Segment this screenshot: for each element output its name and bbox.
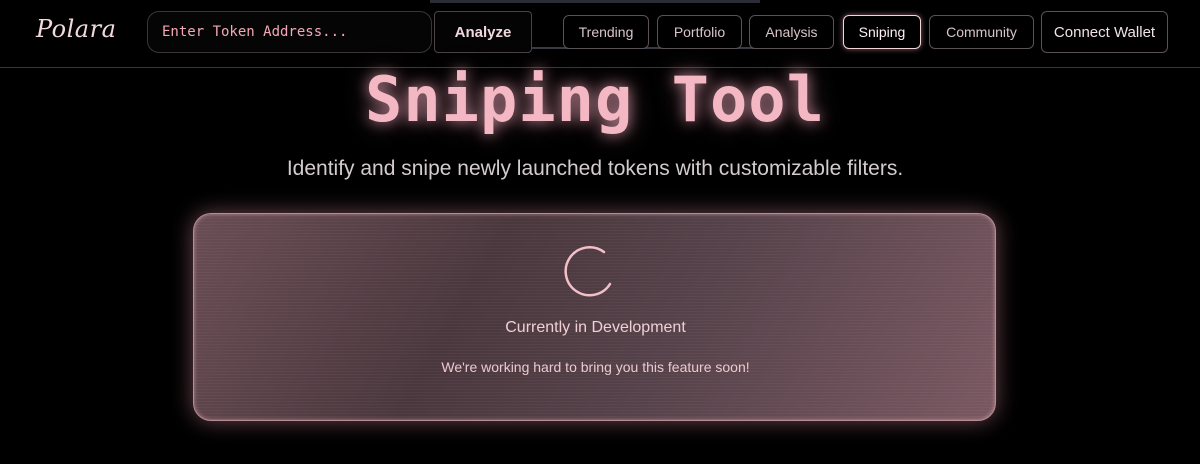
development-status-message: We're working hard to bring you this fea… (441, 359, 750, 375)
nav-analysis[interactable]: Analysis (749, 15, 834, 49)
top-accent-strip (430, 0, 760, 3)
nav-trending[interactable]: Trending (563, 15, 649, 49)
nav-portfolio[interactable]: Portfolio (657, 15, 742, 49)
app-logo[interactable]: Polara (36, 15, 116, 43)
connect-wallet-button[interactable]: Connect Wallet (1041, 11, 1168, 53)
page-subtitle: Identify and snipe newly launched tokens… (286, 157, 904, 180)
nav-community[interactable]: Community (929, 15, 1034, 49)
development-status-card: Currently in Development We're working h… (193, 213, 996, 421)
development-status-title: Currently in Development (505, 319, 686, 336)
top-navigation-bar: Polara Analyze Trending Portfolio Analys… (0, 0, 1200, 68)
nav-sniping[interactable]: Sniping (843, 15, 921, 49)
page-title: Sniping Tool (365, 63, 825, 136)
token-address-input[interactable] (147, 11, 432, 53)
loading-spinner-icon (564, 246, 612, 297)
analyze-button[interactable]: Analyze (434, 11, 532, 53)
